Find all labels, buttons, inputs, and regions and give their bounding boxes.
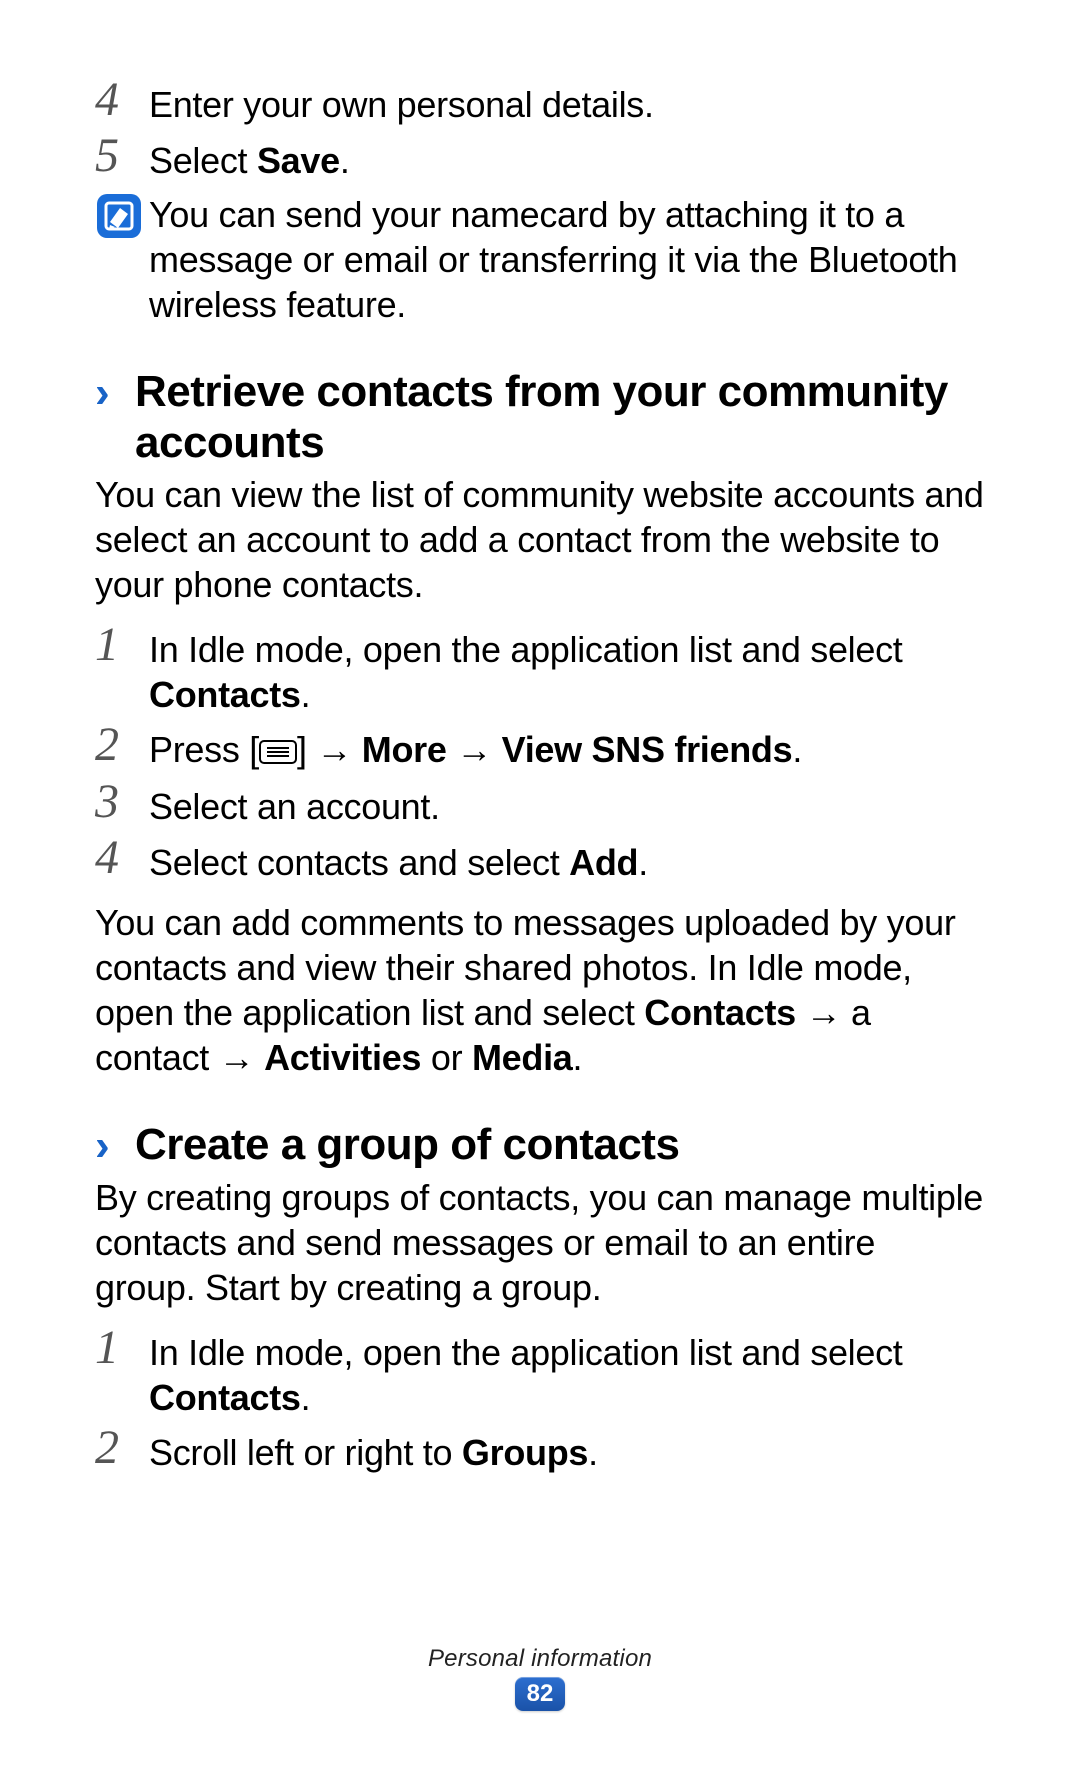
- page-footer: Personal information 82: [0, 1645, 1080, 1711]
- s1-step-2: 2 Press [] → More → View SNS friends.: [95, 725, 985, 774]
- step-text: Press [] → More → View SNS friends.: [149, 725, 985, 774]
- step-text: Enter your own personal details.: [149, 80, 985, 127]
- chevron-icon: [95, 369, 135, 417]
- step-number: 5: [95, 132, 149, 180]
- section-intro: You can view the list of community websi…: [95, 472, 985, 607]
- step-number: 1: [95, 1324, 149, 1372]
- s1-step-4: 4 Select contacts and select Add.: [95, 838, 985, 886]
- page-number-badge: 82: [515, 1677, 565, 1711]
- step-text: In Idle mode, open the application list …: [149, 625, 985, 717]
- section-intro: By creating groups of contacts, you can …: [95, 1175, 985, 1310]
- s2-step-2: 2 Scroll left or right to Groups.: [95, 1428, 985, 1476]
- step-text: Select contacts and select Add.: [149, 838, 985, 885]
- manual-page: 4 Enter your own personal details. 5 Sel…: [0, 0, 1080, 1771]
- section-title: Create a group of contacts: [135, 1120, 679, 1171]
- s1-step-1: 1 In Idle mode, open the application lis…: [95, 625, 985, 717]
- step-number: 2: [95, 721, 149, 769]
- section-header-create-group: Create a group of contacts: [95, 1120, 985, 1171]
- note-icon: [95, 192, 149, 240]
- step-text: Select an account.: [149, 782, 985, 829]
- section-header-retrieve: Retrieve contacts from your community ac…: [95, 367, 985, 468]
- footer-section-label: Personal information: [0, 1645, 1080, 1673]
- step-number: 2: [95, 1424, 149, 1472]
- step-number: 3: [95, 778, 149, 826]
- s1-step-3: 3 Select an account.: [95, 782, 985, 830]
- step-4-top: 4 Enter your own personal details.: [95, 80, 985, 128]
- step-number: 1: [95, 621, 149, 669]
- chevron-icon: [95, 1122, 135, 1170]
- section-title: Retrieve contacts from your community ac…: [135, 367, 985, 468]
- menu-key-icon: [259, 729, 297, 774]
- step-number: 4: [95, 834, 149, 882]
- step-text: In Idle mode, open the application list …: [149, 1328, 985, 1420]
- section-followup: You can add comments to messages uploade…: [95, 900, 985, 1080]
- step-5-top: 5 Select Save.: [95, 136, 985, 184]
- note-text: You can send your namecard by attaching …: [149, 192, 985, 327]
- s2-step-1: 1 In Idle mode, open the application lis…: [95, 1328, 985, 1420]
- note-block: You can send your namecard by attaching …: [95, 192, 985, 327]
- step-number: 4: [95, 76, 149, 124]
- step-text: Select Save.: [149, 136, 985, 183]
- step-text: Scroll left or right to Groups.: [149, 1428, 985, 1475]
